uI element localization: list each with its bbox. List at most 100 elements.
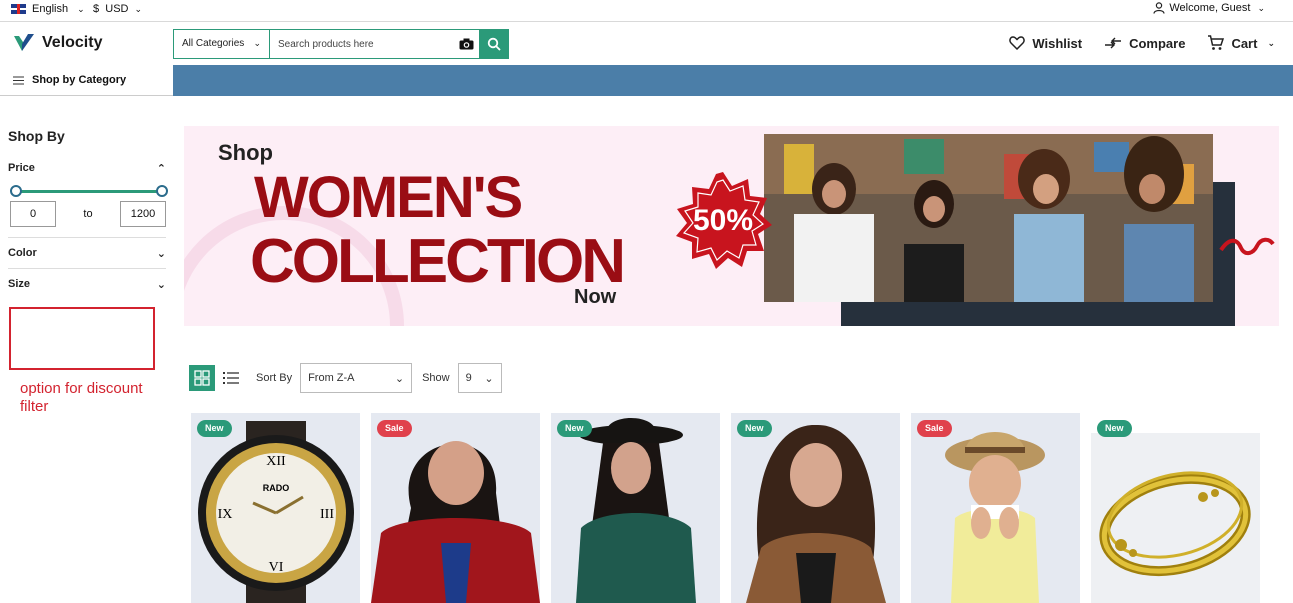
search-bar: All Categories ⌄ <box>173 29 509 59</box>
grid-view-button[interactable] <box>189 365 215 391</box>
product-card[interactable]: New RADO XII VI IX III <box>191 413 360 603</box>
svg-text:XII: XII <box>266 454 286 469</box>
color-filter-header[interactable]: Color ⌄ <box>8 247 166 260</box>
svg-text:III: III <box>320 507 334 522</box>
banner-photo <box>764 134 1213 302</box>
listing-toolbar: Sort By From Z-A ⌄ Show 9 ⌄ <box>189 363 502 393</box>
gold-bangle-image <box>1099 471 1251 577</box>
language-selector[interactable]: English ⌄ <box>11 3 85 15</box>
product-badge: Sale <box>917 420 952 437</box>
svg-text:VI: VI <box>269 560 284 575</box>
shop-by-category-label: Shop by Category <box>32 74 127 86</box>
product-badge: New <box>1097 420 1132 437</box>
show-label: Show <box>422 372 450 384</box>
woman-green-sweater-image <box>576 418 696 603</box>
price-filter-label: Price <box>8 162 35 174</box>
girl-straw-hat-image <box>945 432 1045 603</box>
banner-shop-text: Shop <box>218 140 273 165</box>
product-card[interactable]: Sale <box>371 413 540 603</box>
discount-filter-placeholder <box>9 307 155 370</box>
menu-icon <box>13 76 24 84</box>
header-actions: Wishlist Compare Cart ⌄ <box>1009 35 1275 51</box>
chevron-down-icon: ⌄ <box>394 372 405 385</box>
size-filter-label: Size <box>8 278 31 290</box>
woman-red-jacket-image <box>371 441 540 603</box>
discount-badge-text: 50% <box>692 204 754 237</box>
uk-flag-icon <box>11 4 26 14</box>
cart-label: Cart <box>1231 35 1258 51</box>
sort-by-label: Sort By <box>256 372 293 384</box>
list-view-button[interactable] <box>218 365 244 391</box>
svg-text:IX: IX <box>218 507 233 522</box>
product-card[interactable]: New <box>551 413 720 603</box>
language-label: English <box>32 3 69 15</box>
sidebar-title: Shop By <box>8 128 65 144</box>
filter-sidebar: Shop By Price ⌃ 0 to 1200 Color ⌄ Size ⌄… <box>8 128 168 416</box>
list-icon <box>223 372 239 384</box>
sort-select[interactable]: From Z-A ⌄ <box>300 363 413 393</box>
slider-max-handle[interactable] <box>156 185 168 197</box>
price-to-label: to <box>83 208 93 220</box>
compare-link[interactable]: Compare <box>1104 35 1185 51</box>
chevron-down-icon: ⌄ <box>156 279 166 291</box>
shop-by-category-button[interactable]: Shop by Category <box>0 65 173 96</box>
header: Velocity All Categories ⌄ Wishlist Compa… <box>0 23 1293 65</box>
slider-track <box>12 190 162 193</box>
sort-select-value: From Z-A <box>308 372 355 384</box>
cart-link[interactable]: Cart ⌄ <box>1207 35 1275 51</box>
price-filter-header[interactable]: Price ⌃ <box>8 162 166 175</box>
product-card[interactable]: New <box>731 413 900 603</box>
velocity-logo-icon <box>14 34 34 51</box>
price-range-slider[interactable] <box>8 185 168 197</box>
compare-label: Compare <box>1129 35 1186 51</box>
product-badge: New <box>737 420 772 437</box>
currency-selector[interactable]: $ USD ⌄ <box>93 3 142 15</box>
chevron-down-icon: ⌄ <box>253 38 261 48</box>
price-inputs: 0 to 1200 <box>8 201 166 227</box>
banner-now-text: Now <box>574 286 617 308</box>
nav-row: Shop by Category <box>0 65 1293 97</box>
chevron-down-icon: ⌄ <box>77 3 85 14</box>
heart-icon <box>1009 36 1026 50</box>
welcome-label: Welcome, Guest <box>1169 2 1251 14</box>
product-badge: Sale <box>377 420 412 437</box>
camera-search-button[interactable] <box>453 30 479 58</box>
promo-banner[interactable]: Shop WOMEN'S COLLECTION Now 50% <box>184 126 1279 326</box>
wristwatch-image: RADO XII VI IX III <box>198 421 354 603</box>
wishlist-label: Wishlist <box>1032 35 1083 51</box>
product-card[interactable]: Sale <box>911 413 1080 603</box>
grid-icon <box>194 370 210 386</box>
divider <box>8 237 166 238</box>
chevron-down-icon: ⌄ <box>1257 2 1265 13</box>
squiggle-decoration-icon <box>1219 237 1275 255</box>
product-card[interactable]: New <box>1091 413 1260 603</box>
wishlist-link[interactable]: Wishlist <box>1009 35 1082 51</box>
account-menu[interactable]: Welcome, Guest ⌄ <box>1153 2 1265 14</box>
slider-min-handle[interactable] <box>10 185 22 197</box>
chevron-up-icon: ⌃ <box>156 163 166 175</box>
banner-collection-text: COLLECTION <box>250 227 626 296</box>
price-max-input[interactable]: 1200 <box>120 201 166 227</box>
user-icon <box>1153 2 1165 14</box>
search-icon <box>487 37 501 51</box>
search-input[interactable] <box>270 30 453 58</box>
svg-text:RADO: RADO <box>263 483 290 493</box>
product-badge: New <box>557 420 592 437</box>
price-min-input[interactable]: 0 <box>10 201 56 227</box>
currency-label: USD <box>105 3 129 15</box>
cart-icon <box>1208 35 1225 50</box>
show-count-value: 9 <box>465 372 472 384</box>
category-select[interactable]: All Categories ⌄ <box>174 30 270 58</box>
show-count-select[interactable]: 9 ⌄ <box>457 363 502 393</box>
logo-text: Velocity <box>42 34 103 51</box>
search-button[interactable] <box>479 30 508 58</box>
banner-womens-text: WOMEN'S <box>254 165 523 230</box>
top-bar: English ⌄ $ USD ⌄ Welcome, Guest ⌄ <box>0 0 1293 22</box>
discount-badge: 50% <box>672 170 774 272</box>
size-filter-header[interactable]: Size ⌄ <box>8 278 166 291</box>
divider <box>8 268 166 269</box>
logo[interactable]: Velocity <box>13 33 102 53</box>
currency-symbol: $ <box>93 3 100 15</box>
color-filter-label: Color <box>8 247 37 259</box>
camera-icon <box>459 38 473 50</box>
